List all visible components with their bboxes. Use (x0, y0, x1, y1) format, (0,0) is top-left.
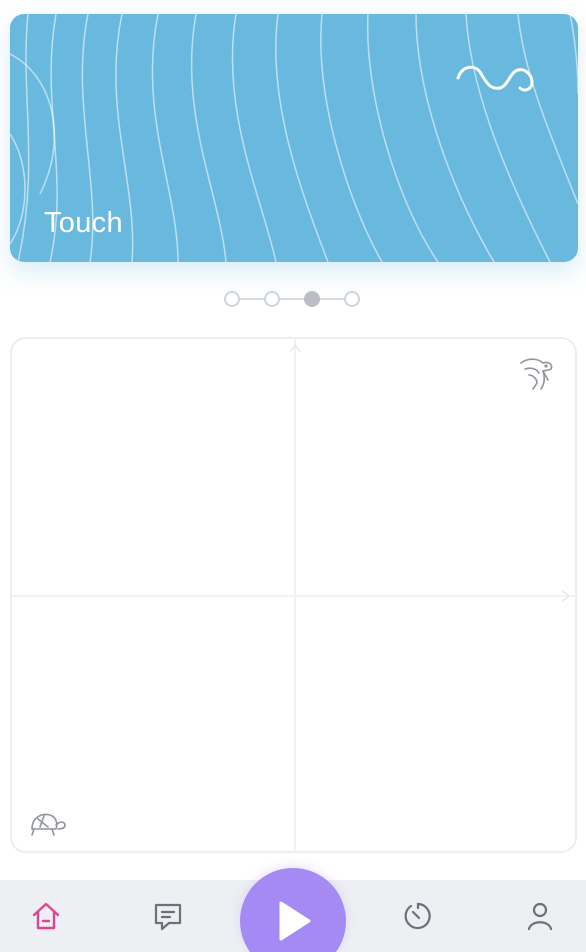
wave-logo-icon (456, 65, 534, 92)
page-dot-4[interactable] (344, 291, 360, 307)
page-connector (240, 298, 264, 300)
chat-icon (154, 903, 182, 931)
page-dot-2[interactable] (264, 291, 280, 307)
nav-timer[interactable] (380, 880, 456, 952)
play-icon (279, 901, 311, 941)
touch-control-pad[interactable] (10, 337, 577, 853)
page-connector (280, 298, 304, 300)
page-dot-3[interactable] (304, 291, 320, 307)
rabbit-icon (520, 358, 553, 390)
arrow-right-icon (561, 590, 571, 602)
horizontal-axis (12, 595, 575, 597)
nav-messages[interactable] (130, 880, 206, 952)
carousel-pagination (222, 289, 366, 309)
timer-icon (404, 902, 431, 930)
arrow-up-icon (289, 343, 301, 353)
mode-card[interactable]: Touch (10, 14, 578, 262)
home-icon (32, 902, 60, 930)
page-dot-1[interactable] (224, 291, 240, 307)
mode-name: Touch (44, 207, 123, 239)
nav-home[interactable] (8, 880, 84, 952)
profile-icon (527, 902, 553, 931)
turtle-icon (31, 813, 66, 836)
app-screen: Touch (0, 0, 586, 952)
page-connector (320, 298, 344, 300)
nav-profile[interactable] (502, 880, 578, 952)
